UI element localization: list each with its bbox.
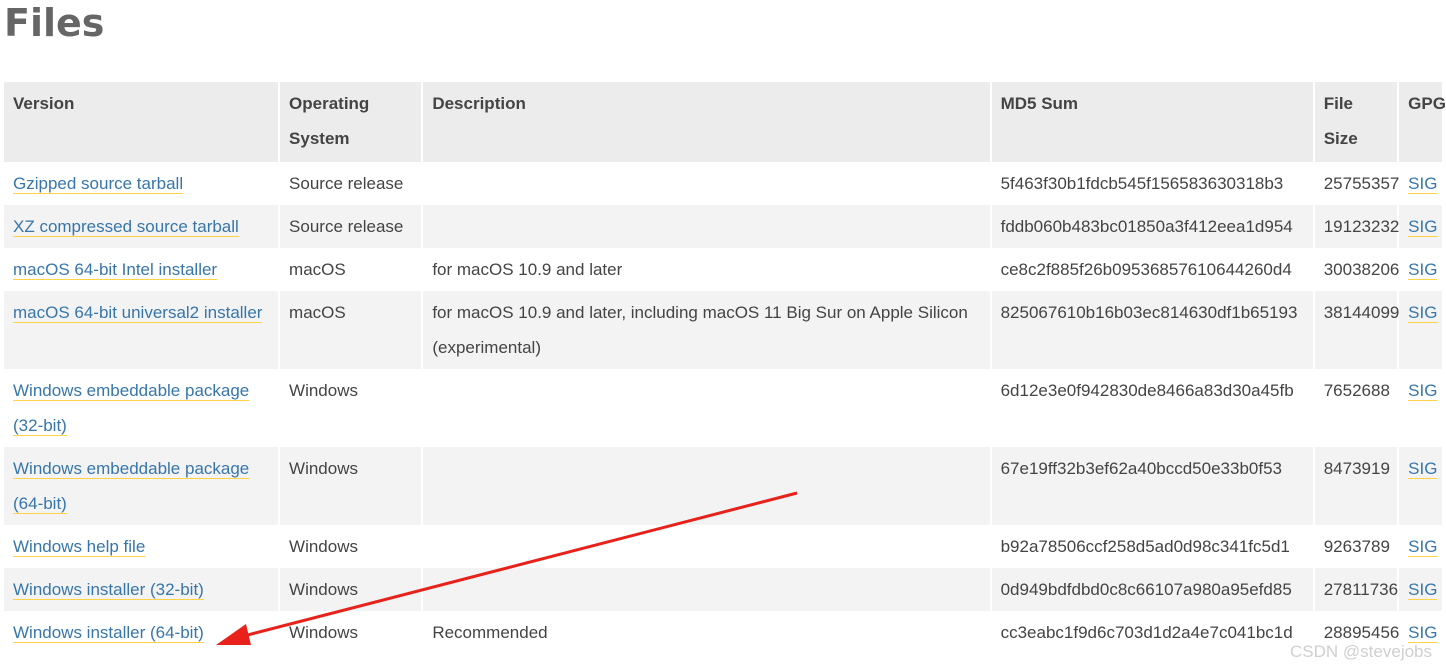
files-table: Version Operating System Description MD5… — [2, 82, 1446, 654]
version-cell: Windows embeddable package (32-bit) — [4, 369, 279, 447]
size-cell: 9263789 — [1314, 525, 1398, 568]
version-cell: XZ compressed source tarball — [4, 205, 279, 248]
sig-link[interactable]: SIG — [1408, 537, 1438, 557]
sig-link[interactable]: SIG — [1408, 381, 1438, 401]
table-row: Windows installer (32-bit) Windows 0d949… — [4, 568, 1442, 611]
version-cell: Windows help file — [4, 525, 279, 568]
md5-cell: 5f463f30b1fdcb545f156583630318b3 — [991, 162, 1313, 205]
table-row: Windows embeddable package (32-bit) Wind… — [4, 369, 1442, 447]
version-cell: Windows installer (32-bit) — [4, 568, 279, 611]
gpg-cell: SIG — [1399, 248, 1442, 291]
description-cell: for macOS 10.9 and later — [423, 248, 990, 291]
description-cell: Recommended — [423, 611, 990, 654]
gpg-cell: SIG — [1399, 291, 1442, 369]
files-table-container: Version Operating System Description MD5… — [4, 82, 1446, 654]
md5-cell: 6d12e3e0f942830de8466a83d30a45fb — [991, 369, 1313, 447]
size-cell: 7652688 — [1314, 369, 1398, 447]
description-cell — [423, 447, 990, 525]
gpg-cell: SIG — [1399, 205, 1442, 248]
header-md5-sum: MD5 Sum — [991, 82, 1313, 162]
sig-link[interactable]: SIG — [1408, 303, 1438, 323]
table-row: Windows embeddable package (64-bit) Wind… — [4, 447, 1442, 525]
version-link[interactable]: Windows embeddable package (32-bit) — [13, 381, 250, 436]
version-cell: macOS 64-bit Intel installer — [4, 248, 279, 291]
gpg-cell: SIG — [1399, 568, 1442, 611]
sig-link[interactable]: SIG — [1408, 260, 1438, 280]
gpg-cell: SIG — [1399, 447, 1442, 525]
os-cell: Source release — [280, 205, 422, 248]
page-title: Files — [4, 1, 105, 45]
version-cell: Windows installer (64-bit) — [4, 611, 279, 654]
description-cell — [423, 162, 990, 205]
header-file-size: File Size — [1314, 82, 1398, 162]
size-cell: 30038206 — [1314, 248, 1399, 291]
header-description: Description — [423, 82, 990, 162]
table-row: Windows installer (64-bit) Windows Recom… — [4, 611, 1442, 654]
version-cell: macOS 64-bit universal2 installer — [4, 291, 279, 369]
size-cell: 8473919 — [1314, 447, 1398, 525]
version-link[interactable]: XZ compressed source tarball — [13, 217, 239, 237]
description-cell — [423, 205, 990, 248]
description-cell: for macOS 10.9 and later, including macO… — [423, 291, 990, 369]
gpg-cell: SIG — [1399, 162, 1442, 205]
os-cell: Windows — [280, 568, 422, 611]
os-cell: Windows — [280, 447, 422, 525]
sig-link[interactable]: SIG — [1408, 580, 1438, 600]
size-cell: 38144099 — [1314, 291, 1399, 369]
description-cell — [423, 525, 990, 568]
description-cell — [423, 568, 990, 611]
os-cell: Source release — [280, 162, 422, 205]
size-cell: 19123232 — [1314, 205, 1399, 248]
version-link[interactable]: macOS 64-bit Intel installer — [13, 260, 218, 280]
size-cell: 25755357 — [1314, 162, 1399, 205]
md5-cell: 67e19ff32b3ef62a40bccd50e33b0f53 — [991, 447, 1313, 525]
version-link[interactable]: Windows installer (32-bit) — [13, 580, 204, 600]
size-cell: 27811736 — [1314, 568, 1398, 611]
md5-cell: cc3eabc1f9d6c703d1d2a4e7c041bc1d — [991, 611, 1313, 654]
description-cell — [423, 369, 990, 447]
version-link[interactable]: Gzipped source tarball — [13, 174, 184, 194]
version-link[interactable]: macOS 64-bit universal2 installer — [13, 303, 263, 323]
header-gpg: GPG — [1399, 82, 1446, 162]
table-row: Windows help file Windows b92a78506ccf25… — [4, 525, 1442, 568]
version-link[interactable]: Windows embeddable package (64-bit) — [13, 459, 250, 514]
gpg-cell: SIG — [1399, 369, 1442, 447]
os-cell: Windows — [280, 369, 422, 447]
os-cell: macOS — [280, 248, 422, 291]
md5-cell: b92a78506ccf258d5ad0d98c341fc5d1 — [991, 525, 1313, 568]
os-cell: Windows — [280, 611, 422, 654]
table-row: macOS 64-bit Intel installer macOS for m… — [4, 248, 1442, 291]
table-header-row: Version Operating System Description MD5… — [4, 82, 1446, 162]
version-link[interactable]: Windows help file — [13, 537, 146, 557]
sig-link[interactable]: SIG — [1408, 217, 1438, 237]
header-operating-system: Operating System — [280, 82, 422, 162]
sig-link[interactable]: SIG — [1408, 174, 1438, 194]
version-cell: Windows embeddable package (64-bit) — [4, 447, 279, 525]
header-version: Version — [4, 82, 279, 162]
gpg-cell: SIG — [1399, 525, 1442, 568]
table-row: Gzipped source tarball Source release 5f… — [4, 162, 1442, 205]
watermark: CSDN @stevejobs — [1290, 642, 1432, 661]
version-link[interactable]: Windows installer (64-bit) — [13, 623, 204, 643]
version-cell: Gzipped source tarball — [4, 162, 279, 205]
os-cell: macOS — [280, 291, 422, 369]
table-row: macOS 64-bit universal2 installer macOS … — [4, 291, 1442, 369]
md5-cell: 825067610b16b03ec814630df1b65193 — [991, 291, 1313, 369]
sig-link[interactable]: SIG — [1408, 459, 1438, 479]
sig-link[interactable]: SIG — [1408, 623, 1438, 643]
md5-cell: fddb060b483bc01850a3f412eea1d954 — [991, 205, 1313, 248]
md5-cell: ce8c2f885f26b09536857610644260d4 — [991, 248, 1313, 291]
md5-cell: 0d949bdfdbd0c8c66107a980a95efd85 — [991, 568, 1313, 611]
table-row: XZ compressed source tarball Source rele… — [4, 205, 1442, 248]
os-cell: Windows — [280, 525, 422, 568]
